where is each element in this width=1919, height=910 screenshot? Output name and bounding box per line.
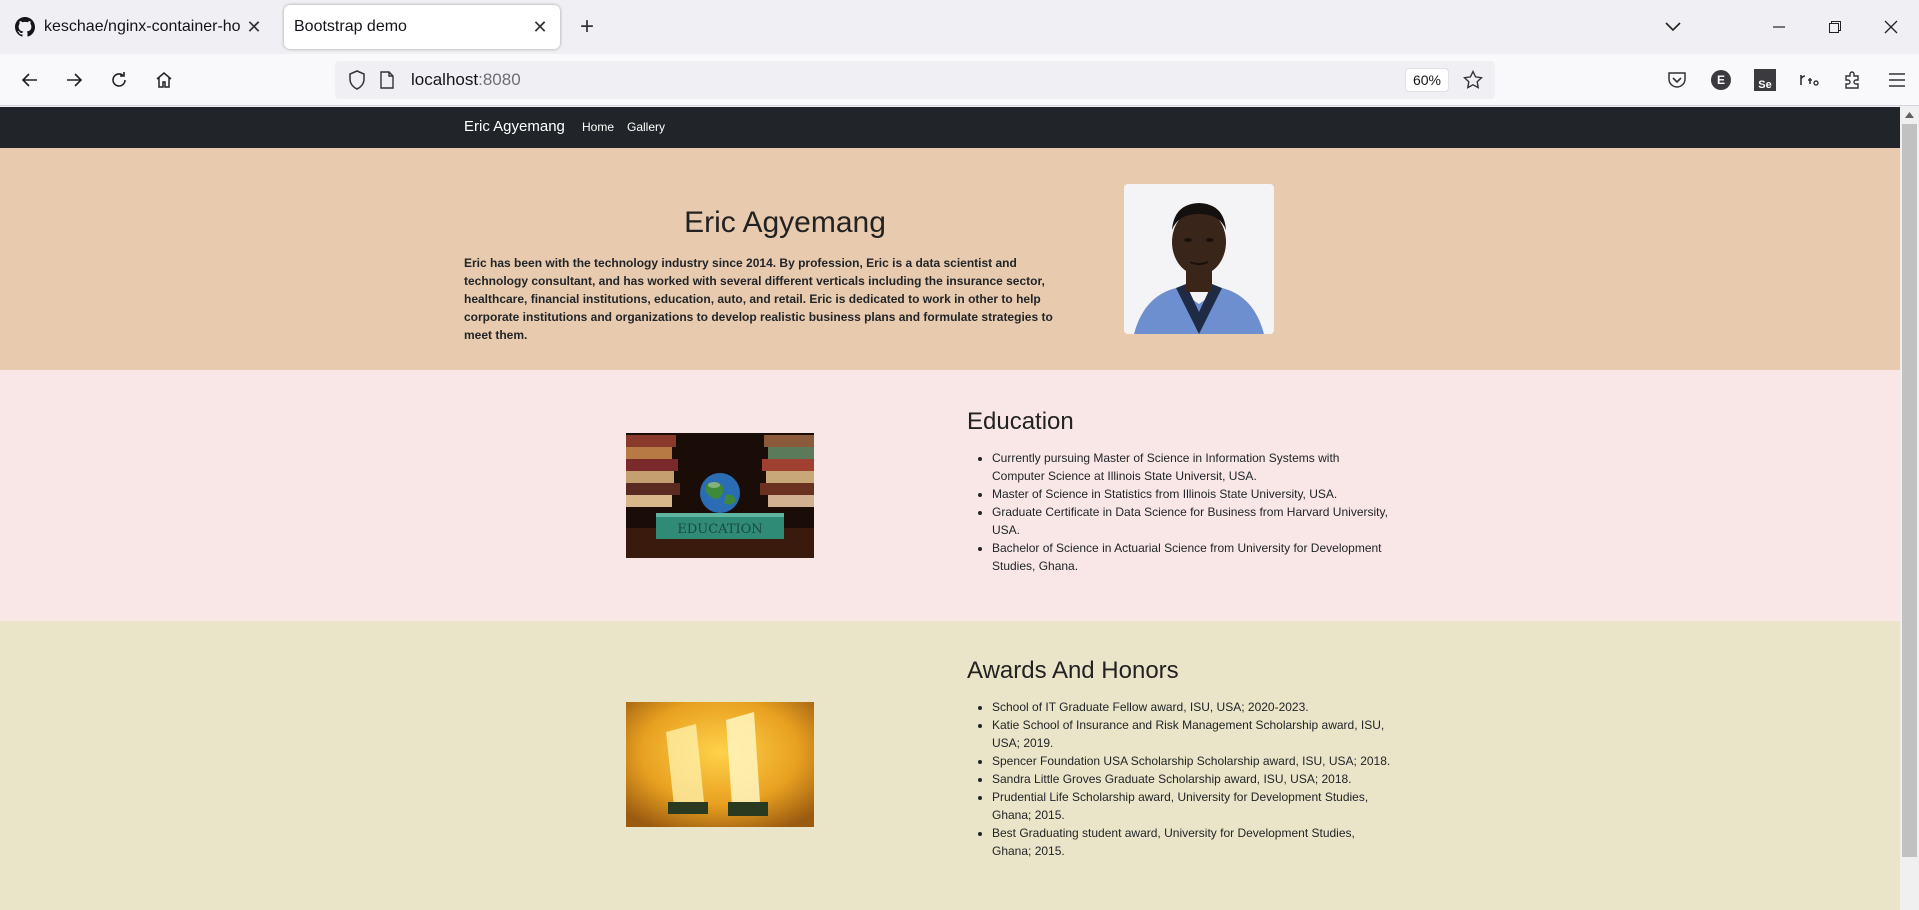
hero-description: Eric has been with the technology indust… <box>464 256 1053 342</box>
education-item: Bachelor of Science in Actuarial Science… <box>992 539 1392 575</box>
extension-e-button[interactable]: E <box>1699 62 1743 98</box>
reload-icon <box>112 72 126 87</box>
education-image: EDUCATION <box>626 433 814 558</box>
close-icon <box>1884 20 1898 34</box>
tab-strip: keschae/nginx-container-host ✕ Bootstrap… <box>0 0 1919 54</box>
award-item: School of IT Graduate Fellow award, ISU,… <box>992 698 1392 716</box>
scrollbar-thumb[interactable] <box>1902 124 1917 857</box>
new-tab-button[interactable]: + <box>572 12 602 42</box>
books-left-decoration <box>626 435 680 507</box>
education-list: Currently pursuing Master of Science in … <box>992 449 1392 575</box>
reload-button[interactable] <box>101 62 137 98</box>
close-tab-icon[interactable]: ✕ <box>526 13 554 41</box>
browser-toolbar: localhost:8080 60% E Se <box>0 54 1919 106</box>
page-icon[interactable] <box>373 66 401 94</box>
navbar-brand[interactable]: Eric Agyemang <box>464 118 565 135</box>
awards-section: Awards And Honors School of IT Graduate … <box>0 621 1900 910</box>
github-icon <box>14 16 36 38</box>
profile-photo <box>1124 184 1274 334</box>
zoom-level-button[interactable]: 60% <box>1404 68 1449 92</box>
menu-hamburger-icon[interactable] <box>1875 62 1919 98</box>
restore-icon <box>1829 21 1841 33</box>
chevron-down-icon <box>1665 22 1681 32</box>
nav-link-home[interactable]: Home <box>582 120 614 134</box>
education-item: Currently pursuing Master of Science in … <box>992 449 1392 485</box>
nav-link-gallery[interactable]: Gallery <box>627 120 665 134</box>
address-bar[interactable]: localhost:8080 60% <box>335 61 1495 99</box>
forward-arrow-icon <box>67 73 83 87</box>
tab-github[interactable]: keschae/nginx-container-host ✕ <box>8 5 274 49</box>
education-book-label: EDUCATION <box>677 522 762 537</box>
award-item: Sandra Little Groves Graduate Scholarshi… <box>992 770 1392 788</box>
minimize-button[interactable] <box>1751 0 1807 54</box>
url-host: localhost <box>411 70 479 89</box>
close-window-button[interactable] <box>1863 0 1919 54</box>
education-item: Master of Science in Statistics from Ill… <box>992 485 1392 503</box>
education-item: Graduate Certificate in Data Science for… <box>992 503 1392 539</box>
books-right-decoration <box>760 435 814 507</box>
hero-title: Eric Agyemang <box>684 206 886 239</box>
awards-trophy-image <box>626 702 814 827</box>
extension-e-icon: E <box>1711 70 1731 90</box>
close-tab-icon[interactable]: ✕ <box>240 13 268 41</box>
home-button[interactable] <box>146 62 182 98</box>
award-item: Best Graduating student award, Universit… <box>992 824 1392 860</box>
home-icon <box>156 72 172 88</box>
page-scrollbar[interactable] <box>1900 107 1919 910</box>
awards-title: Awards And Honors <box>967 657 1179 684</box>
tab-title: Bootstrap demo <box>294 18 407 35</box>
restore-button[interactable] <box>1807 0 1863 54</box>
back-arrow-icon <box>21 73 37 87</box>
scroll-up-arrow-icon[interactable] <box>1904 109 1915 120</box>
selenium-ide-button[interactable]: Se <box>1743 62 1787 98</box>
award-item: Prudential Life Scholarship award, Unive… <box>992 788 1392 824</box>
list-tabs-button[interactable] <box>1655 12 1691 42</box>
minimize-icon <box>1773 26 1785 28</box>
award-item: Spencer Foundation USA Scholarship Schol… <box>992 752 1392 770</box>
forward-button[interactable] <box>56 62 92 98</box>
page-viewport: Eric Agyemang Home Gallery Eric Agyemang… <box>0 107 1900 910</box>
award-item: Katie School of Insurance and Risk Manag… <box>992 716 1392 752</box>
tab-bootstrap-demo[interactable]: Bootstrap demo ✕ <box>284 5 560 49</box>
url-port: :8080 <box>478 70 521 89</box>
education-title: Education <box>967 408 1074 435</box>
site-navbar: Eric Agyemang Home Gallery <box>0 107 1900 148</box>
extension-rtc-button[interactable] <box>1787 62 1831 98</box>
bookmark-star-icon[interactable] <box>1457 64 1489 96</box>
url-text[interactable]: localhost:8080 <box>411 70 1405 90</box>
rtc-icon <box>1800 75 1819 86</box>
selenium-icon: Se <box>1754 69 1776 91</box>
extensions-puzzle-icon[interactable] <box>1831 62 1875 98</box>
education-section: EDUCATION Education Currently pursuing M… <box>0 370 1900 621</box>
tab-title: keschae/nginx-container-host <box>44 18 240 35</box>
hero-section: Eric Agyemang Eric has been with the tec… <box>0 148 1900 370</box>
shield-icon[interactable] <box>343 66 371 94</box>
awards-list: School of IT Graduate Fellow award, ISU,… <box>992 698 1392 860</box>
pocket-icon[interactable] <box>1655 62 1699 98</box>
back-button[interactable] <box>12 62 48 98</box>
